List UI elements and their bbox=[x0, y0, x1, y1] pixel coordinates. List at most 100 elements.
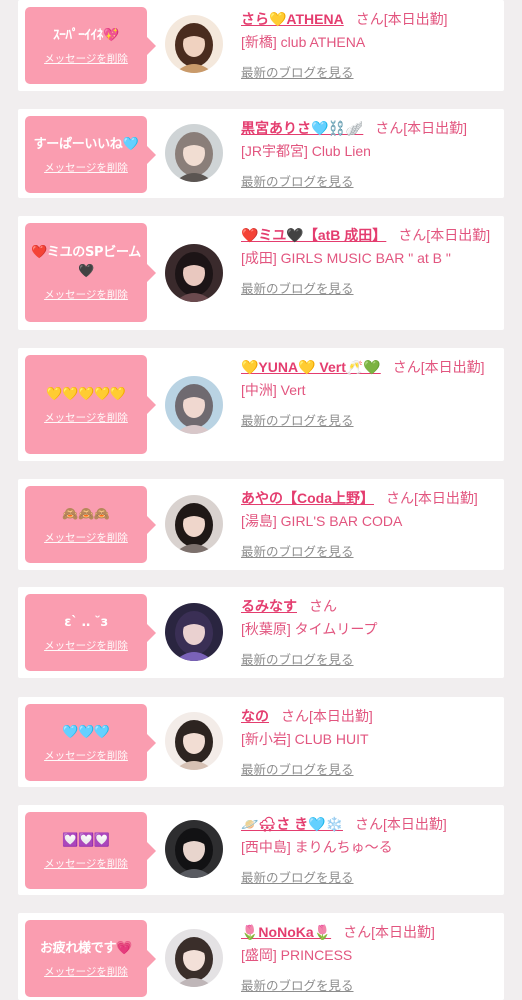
list-item: ｽｰﾊﾟｰｲｲﾈ💖 メッセージを削除 さら💛ATHENA さん[本日出勤] [新橋… bbox=[18, 0, 504, 91]
shop-name: [盛岡] PRINCESS bbox=[241, 947, 353, 963]
message-bubble: 💛💛💛💛💛 メッセージを削除 bbox=[25, 355, 156, 454]
cast-name-link[interactable]: ❤️ミユ🖤【atB 成田】 bbox=[241, 227, 386, 243]
cast-info: 黒宮ありさ🩵⛓️🪽 さん[本日出勤] [JR宇都宮] Club Lien 最新のブ… bbox=[241, 117, 499, 191]
name-line: さら💛ATHENA さん[本日出勤] bbox=[241, 8, 499, 31]
name-line: あやの【Coda上野】 さん[本日出勤] bbox=[241, 487, 499, 510]
shop-name: [中洲] Vert bbox=[241, 382, 306, 398]
delete-message-link[interactable]: メッセージを削除 bbox=[44, 964, 128, 979]
latest-blog-link[interactable]: 最新のブログを見る bbox=[241, 278, 354, 297]
avatar-photo bbox=[165, 495, 223, 553]
latest-blog-link[interactable]: 最新のブログを見る bbox=[241, 541, 354, 560]
cast-name-link[interactable]: さら💛ATHENA bbox=[241, 11, 344, 27]
shop-name: [新橋] club ATHENA bbox=[241, 34, 366, 50]
latest-blog-link[interactable]: 最新のブログを見る bbox=[241, 759, 354, 778]
message-bubble: 💟💟💟 メッセージを削除 bbox=[25, 812, 156, 889]
cast-info: ❤️ミユ🖤【atB 成田】 さん[本日出勤] [成田] GIRLS MUSIC B… bbox=[241, 224, 499, 298]
avatar[interactable] bbox=[165, 376, 223, 434]
cast-info: なの さん[本日出勤] [新小岩] CLUB HUIT 最新のブログを見る bbox=[241, 705, 499, 779]
delete-message-link[interactable]: メッセージを削除 bbox=[44, 748, 128, 763]
message-text: ｽｰﾊﾟｰｲｲﾈ💖 bbox=[53, 27, 119, 43]
shop-name: [西中島] まりんちゅ〜る bbox=[241, 839, 393, 855]
cast-info: るみなす さん [秋葉原] タイムリープ 最新のブログを見る bbox=[241, 595, 499, 669]
latest-blog-link[interactable]: 最新のブログを見る bbox=[241, 410, 354, 429]
list-item: ❤️ミユのSPビーム🖤 メッセージを削除 ❤️ミユ🖤【atB 成田】 さん[本日出… bbox=[18, 216, 504, 330]
message-text: ❤️ミユのSPビーム🖤 bbox=[31, 245, 141, 279]
message-bubble: ε` ‥ ˘з メッセージを削除 bbox=[25, 594, 156, 671]
status-text: さん[本日出勤] bbox=[281, 708, 373, 724]
name-line: 🪐🌨さ き🩵❄️ さん[本日出勤] bbox=[241, 813, 499, 836]
delete-message-link[interactable]: メッセージを削除 bbox=[44, 51, 128, 66]
message-text: すーぱーいいね🩵 bbox=[33, 136, 139, 152]
avatar-photo bbox=[165, 244, 223, 302]
avatar[interactable] bbox=[165, 712, 223, 770]
status-text: さん[本日出勤] bbox=[355, 11, 448, 27]
status-text: さん[本日出勤] bbox=[386, 490, 478, 506]
delete-message-link[interactable]: メッセージを削除 bbox=[44, 856, 128, 871]
avatar[interactable] bbox=[165, 15, 223, 73]
avatar-photo bbox=[165, 929, 223, 987]
avatar[interactable] bbox=[165, 929, 223, 987]
message-bubble: すーぱーいいね🩵 メッセージを削除 bbox=[25, 116, 156, 193]
status-text: さん[本日出勤] bbox=[398, 227, 491, 243]
avatar[interactable] bbox=[165, 603, 223, 661]
cast-name-link[interactable]: なの bbox=[241, 708, 269, 724]
cast-info: 🌷NoNoKa🌷 さん[本日出勤] [盛岡] PRINCESS 最新のブログを見る bbox=[241, 921, 499, 995]
name-line: るみなす さん bbox=[241, 595, 499, 618]
shop-name: [湯島] GIRL'S BAR CODA bbox=[241, 513, 403, 529]
delete-message-link[interactable]: メッセージを削除 bbox=[44, 410, 128, 425]
cast-info: 🪐🌨さ き🩵❄️ さん[本日出勤] [西中島] まりんちゅ〜る 最新のブログを見る bbox=[241, 813, 499, 887]
status-text: さん[本日出勤] bbox=[392, 359, 485, 375]
list-item: お疲れ様です💗 メッセージを削除 🌷NoNoKa🌷 さん[本日出勤] [盛岡] P… bbox=[18, 913, 504, 1000]
status-text: さん[本日出勤] bbox=[354, 816, 447, 832]
cast-name-link[interactable]: 🌷NoNoKa🌷 bbox=[241, 924, 331, 940]
status-text: さん[本日出勤] bbox=[343, 924, 435, 940]
list-item: 🙈🙈🙈 メッセージを削除 あやの【Coda上野】 さん[本日出勤] [湯島] GI… bbox=[18, 479, 504, 570]
delete-message-link[interactable]: メッセージを削除 bbox=[44, 530, 128, 545]
avatar-photo bbox=[165, 15, 223, 73]
delete-message-link[interactable]: メッセージを削除 bbox=[44, 638, 128, 653]
message-text: ε` ‥ ˘з bbox=[64, 614, 108, 630]
avatar-photo bbox=[165, 603, 223, 661]
message-bubble: 🙈🙈🙈 メッセージを削除 bbox=[25, 486, 156, 563]
name-line: ❤️ミユ🖤【atB 成田】 さん[本日出勤] bbox=[241, 224, 499, 247]
avatar[interactable] bbox=[165, 124, 223, 182]
message-text: 🙈🙈🙈 bbox=[62, 506, 110, 522]
cast-info: さら💛ATHENA さん[本日出勤] [新橋] club ATHENA 最新のブロ… bbox=[241, 8, 499, 82]
cast-name-link[interactable]: 💛YUNA💛 Vert🥂💚 bbox=[241, 359, 381, 375]
list-item: 💛💛💛💛💛 メッセージを削除 💛YUNA💛 Vert🥂💚 さん[本日出勤] [中洲… bbox=[18, 348, 504, 461]
cast-name-link[interactable]: るみなす bbox=[241, 598, 297, 614]
message-text: 🩵🩵🩵 bbox=[62, 724, 110, 740]
cast-name-link[interactable]: あやの【Coda上野】 bbox=[241, 490, 374, 506]
avatar[interactable] bbox=[165, 244, 223, 302]
avatar-photo bbox=[165, 820, 223, 878]
message-text: 💛💛💛💛💛 bbox=[46, 386, 126, 402]
message-list: ｽｰﾊﾟｰｲｲﾈ💖 メッセージを削除 さら💛ATHENA さん[本日出勤] [新橋… bbox=[0, 0, 522, 1000]
latest-blog-link[interactable]: 最新のブログを見る bbox=[241, 975, 354, 994]
name-line: 黒宮ありさ🩵⛓️🪽 さん[本日出勤] bbox=[241, 117, 499, 140]
message-bubble: ｽｰﾊﾟｰｲｲﾈ💖 メッセージを削除 bbox=[25, 7, 156, 84]
shop-name: [成田] GIRLS MUSIC BAR " at B " bbox=[241, 250, 451, 266]
delete-message-link[interactable]: メッセージを削除 bbox=[44, 287, 128, 302]
avatar-photo bbox=[165, 376, 223, 434]
shop-name: [秋葉原] タイムリープ bbox=[241, 621, 378, 637]
delete-message-link[interactable]: メッセージを削除 bbox=[44, 160, 128, 175]
list-item: 🩵🩵🩵 メッセージを削除 なの さん[本日出勤] [新小岩] CLUB HUIT … bbox=[18, 697, 504, 787]
avatar[interactable] bbox=[165, 820, 223, 878]
cast-info: あやの【Coda上野】 さん[本日出勤] [湯島] GIRL'S BAR CODA… bbox=[241, 487, 499, 561]
list-item: 💟💟💟 メッセージを削除 🪐🌨さ き🩵❄️ さん[本日出勤] [西中島] まりんち… bbox=[18, 805, 504, 895]
cast-name-link[interactable]: 🪐🌨さ き🩵❄️ bbox=[241, 816, 343, 832]
message-bubble: 🩵🩵🩵 メッセージを削除 bbox=[25, 704, 156, 781]
name-line: なの さん[本日出勤] bbox=[241, 705, 499, 728]
name-line: 🌷NoNoKa🌷 さん[本日出勤] bbox=[241, 921, 499, 944]
latest-blog-link[interactable]: 最新のブログを見る bbox=[241, 171, 354, 190]
list-item: ε` ‥ ˘з メッセージを削除 るみなす さん [秋葉原] タイムリープ 最新の… bbox=[18, 587, 504, 678]
shop-name: [新小岩] CLUB HUIT bbox=[241, 731, 369, 747]
avatar[interactable] bbox=[165, 495, 223, 553]
status-text: さん[本日出勤] bbox=[375, 120, 468, 136]
message-text: お疲れ様です💗 bbox=[39, 940, 133, 956]
cast-name-link[interactable]: 黒宮ありさ🩵⛓️🪽 bbox=[241, 120, 363, 136]
latest-blog-link[interactable]: 最新のブログを見る bbox=[241, 867, 354, 886]
latest-blog-link[interactable]: 最新のブログを見る bbox=[241, 62, 354, 81]
latest-blog-link[interactable]: 最新のブログを見る bbox=[241, 649, 354, 668]
message-bubble: お疲れ様です💗 メッセージを削除 bbox=[25, 920, 156, 997]
